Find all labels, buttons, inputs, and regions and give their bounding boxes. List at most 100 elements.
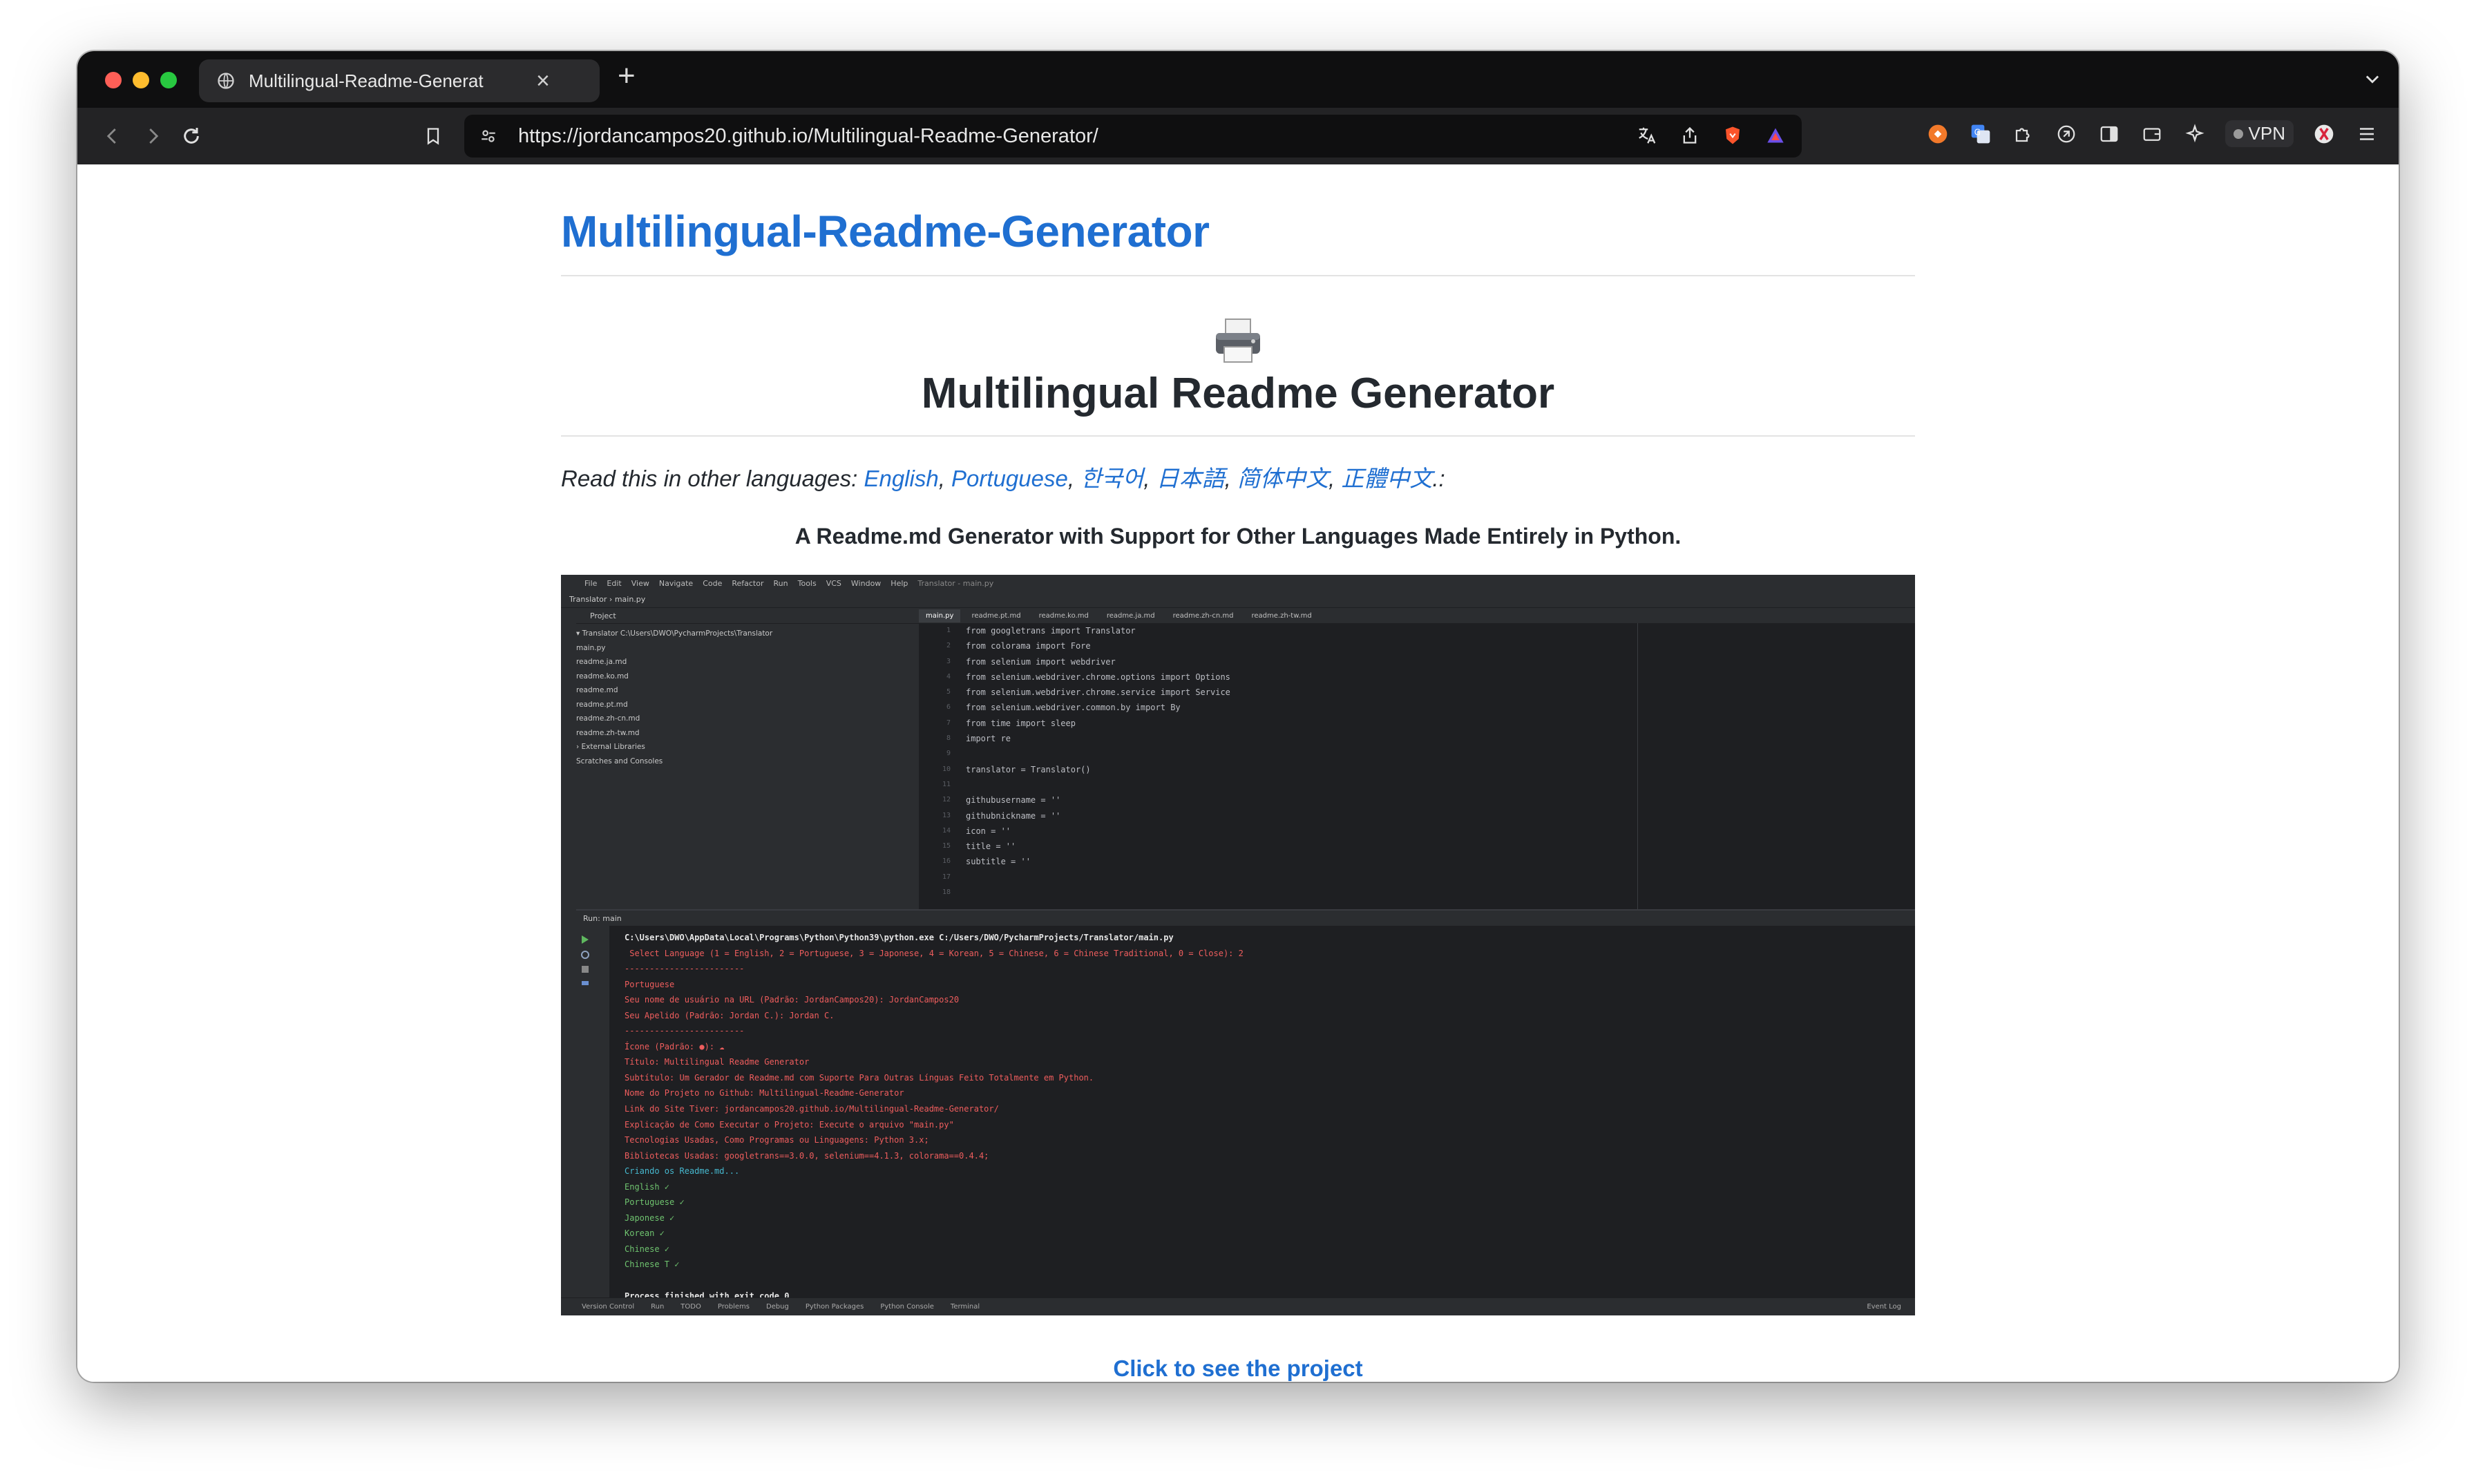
tree-item: readme.zh-cn.md xyxy=(576,714,640,723)
extension-orange-icon[interactable] xyxy=(1925,122,1950,146)
profile-avatar-icon[interactable] xyxy=(2312,122,2336,146)
languages-prefix: Read this in other languages: xyxy=(561,466,858,491)
lang-link-japanese[interactable]: 日本語 xyxy=(1156,466,1225,491)
console-line: Criando os Readme.md... xyxy=(625,1166,740,1177)
code-line: from selenium.webdriver.chrome.service i… xyxy=(966,687,1230,698)
address-bar[interactable]: https://jordancampos20.github.io/Multili… xyxy=(464,115,1802,158)
console-line: C:\Users\DWO\AppData\Local\Programs\Pyth… xyxy=(625,933,1174,942)
console-line: Chinese T ✓ xyxy=(625,1259,680,1270)
project-panel-header: Project xyxy=(576,608,919,624)
tree-item: Scratches and Consoles xyxy=(576,757,663,765)
console-line: Korean ✓ xyxy=(625,1228,665,1239)
globe-icon xyxy=(216,70,236,91)
code-line: translator = Translator() xyxy=(966,764,1091,774)
ide-breadcrumb: Translator › main.py xyxy=(561,591,1915,608)
ide-project-panel: Project ▾ Translator C:\Users\DWO\Pychar… xyxy=(576,608,920,909)
ide-tab: readme.ja.md xyxy=(1106,611,1155,620)
status-item: Terminal xyxy=(950,1303,980,1311)
console-line: English ✓ xyxy=(625,1181,670,1192)
console-line: Tecnologias Usadas, Como Programas ou Li… xyxy=(625,1135,929,1145)
ide-tab: readme.pt.md xyxy=(971,611,1021,620)
tree-item: readme.pt.md xyxy=(576,700,628,709)
ide-menubar: File Edit View Navigate Code Refactor Ru… xyxy=(561,575,1915,591)
console-line: Chinese ✓ xyxy=(625,1244,670,1254)
ide-code-editor: 12 34 56 78 9 10 11 12 13 14 15 16 17 18 from… xyxy=(919,623,1915,909)
status-item: Version Control xyxy=(582,1303,635,1311)
brave-shield-icon[interactable] xyxy=(1720,123,1745,148)
tree-item: main.py xyxy=(576,643,606,652)
tree-item: readme.ko.md xyxy=(576,672,629,681)
see-project-link[interactable]: Click to see the project xyxy=(561,1355,1915,1382)
code-line: title = '' xyxy=(966,841,1016,852)
back-icon[interactable] xyxy=(99,123,126,149)
console-line: Subtítulo: Um Gerador de Readme.md com S… xyxy=(625,1072,1094,1083)
chevron-down-icon[interactable] xyxy=(2363,69,2382,92)
ide-tool-strip xyxy=(561,608,577,1299)
url-actions xyxy=(1635,123,1788,148)
console-line: Explicação de Como Executar o Projeto: E… xyxy=(625,1119,954,1130)
ide-tab: main.py xyxy=(919,609,961,622)
status-item: Problems xyxy=(717,1303,750,1311)
console-line: Japonese ✓ xyxy=(625,1212,675,1223)
console-line: Portuguese ✓ xyxy=(625,1197,685,1208)
translate-icon[interactable] xyxy=(1635,123,1659,148)
tab-active[interactable]: Multilingual-Readme-Generat × xyxy=(199,59,600,102)
bookmark-icon[interactable] xyxy=(420,123,446,149)
ide-tab: readme.ko.md xyxy=(1038,611,1089,620)
tab-close-icon[interactable]: × xyxy=(536,69,550,93)
sidebar-icon[interactable] xyxy=(2097,122,2122,146)
ide-screenshot: File Edit View Navigate Code Refactor Ru… xyxy=(561,575,1915,1315)
code-line: from selenium.webdriver.common.by import… xyxy=(966,703,1181,713)
ide-menu-item: View xyxy=(631,578,649,588)
lang-link-portuguese[interactable]: Portuguese xyxy=(951,466,1068,491)
menu-icon[interactable] xyxy=(2354,122,2379,146)
tab-title: Multilingual-Readme-Generat xyxy=(249,70,484,91)
vpn-label: VPN xyxy=(2248,123,2285,144)
ai-sparkle-icon[interactable] xyxy=(2182,122,2207,146)
minimize-window-button[interactable] xyxy=(133,72,149,88)
status-item: Debug xyxy=(765,1303,789,1311)
status-item: Event Log xyxy=(1867,1303,1901,1311)
vpn-button[interactable]: VPN xyxy=(2225,120,2294,147)
code-line: from selenium import webdriver xyxy=(966,656,1116,667)
line-numbers: 12 34 56 78 9 10 11 12 13 14 15 16 17 18 xyxy=(942,627,951,897)
google-translate-icon[interactable]: G xyxy=(1968,122,1993,146)
maximize-window-button[interactable] xyxy=(160,72,177,88)
ide-menu-item: File xyxy=(584,578,598,588)
vpn-status-icon xyxy=(2233,129,2243,139)
ide-menu-item: Run xyxy=(773,578,788,588)
puzzle-icon[interactable] xyxy=(2011,122,2036,146)
close-window-button[interactable] xyxy=(105,72,122,88)
lang-link-chinese-simplified[interactable]: 简体中文 xyxy=(1237,466,1329,491)
lang-link-korean[interactable]: 한국어 xyxy=(1080,466,1143,491)
site-title-link[interactable]: Multilingual-Readme-Generator xyxy=(561,206,1210,257)
code-line: from selenium.webdriver.chrome.options i… xyxy=(966,672,1230,682)
forward-icon[interactable] xyxy=(140,123,166,149)
project-tree: ▾ Translator C:\Users\DWO\PycharmProject… xyxy=(576,624,919,768)
code-lines: from googletrans import Translator from … xyxy=(966,623,1230,870)
url-text: https://jordancampos20.github.io/Multili… xyxy=(518,124,1098,147)
console-line: Seu Apelido (Padrão: Jordan C.): Jordan … xyxy=(625,1010,835,1020)
ide-menu-item: Window xyxy=(850,578,882,588)
divider xyxy=(561,435,1915,437)
console-line: Bibliotecas Usadas: googletrans==3.0.0, … xyxy=(625,1150,989,1161)
site-settings-icon[interactable] xyxy=(478,126,499,146)
ide-status-bar: Version Control Run TODO Problems Debug … xyxy=(561,1297,1915,1315)
code-line: from colorama import Fore xyxy=(966,641,1091,651)
code-line: subtitle = '' xyxy=(966,857,1031,867)
leo-icon[interactable] xyxy=(2054,122,2079,146)
wallet-icon[interactable] xyxy=(2140,122,2164,146)
brave-rewards-icon[interactable] xyxy=(1763,123,1788,148)
ide-menu-item: Refactor xyxy=(732,578,764,588)
share-icon[interactable] xyxy=(1677,123,1702,148)
status-item: Run xyxy=(651,1303,665,1311)
lang-link-chinese-traditional[interactable]: 正體中文 xyxy=(1341,466,1432,491)
tree-item: ▾ Translator C:\Users\DWO\PycharmProject… xyxy=(576,629,773,638)
new-tab-button[interactable]: + xyxy=(618,61,636,91)
reload-icon[interactable] xyxy=(178,123,204,149)
lang-link-english[interactable]: English xyxy=(864,466,938,491)
console-line: ------------------------ xyxy=(625,1026,745,1036)
ide-menu-item: Code xyxy=(703,578,723,588)
run-panel-header: Run: main xyxy=(576,911,1915,926)
